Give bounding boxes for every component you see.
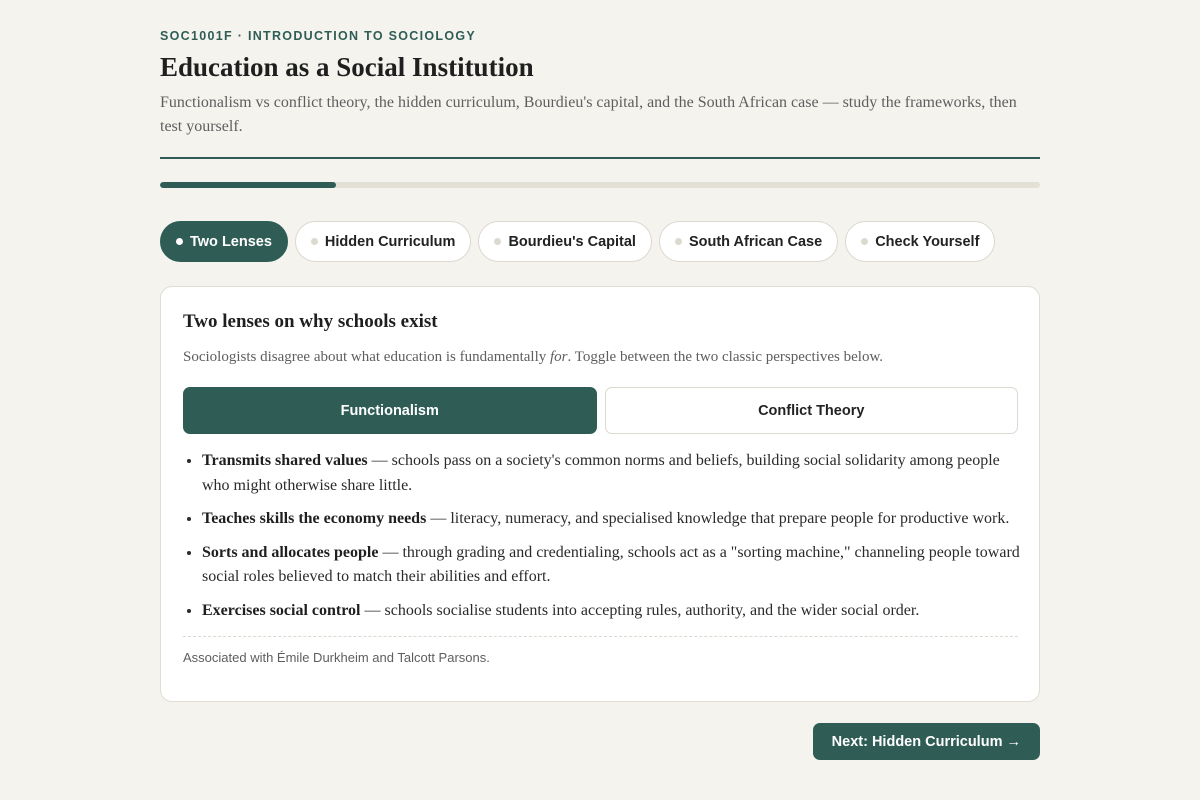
tab-two-lenses[interactable]: Two Lenses <box>160 221 288 262</box>
intro-emphasis: for <box>550 349 568 365</box>
progress-fill <box>160 182 336 188</box>
next-section-button[interactable]: Next: Hidden Curriculum → <box>812 723 1040 760</box>
page-subtitle: Functionalism vs conflict theory, the hi… <box>160 94 1017 135</box>
tab-label: Two Lenses <box>190 233 272 250</box>
intro-text: Sociologists disagree about what educati… <box>183 349 551 365</box>
tab-label: Bourdieu's Capital <box>508 233 636 250</box>
point-text: — literacy, numeracy, and specialised kn… <box>426 510 1010 527</box>
point-term: Teaches skills the economy needs <box>202 510 427 527</box>
tab-status-dot <box>310 238 318 245</box>
tab-status-dot <box>674 238 682 245</box>
tab-label: Hidden Curriculum <box>324 233 456 250</box>
point-text: — schools socialise students into accept… <box>360 601 920 619</box>
conflict-theory-button[interactable]: Conflict Theory <box>604 387 1018 434</box>
tab-south-african-case[interactable]: South African Case <box>658 221 839 262</box>
page-title: Education as a Social Institution <box>160 52 534 82</box>
list-item: Teaches skills the economy needs — liter… <box>202 507 1022 532</box>
tab-label: South African Case <box>688 233 823 250</box>
list-item: Exercises social control — schools socia… <box>202 599 1022 624</box>
tab-label: Check Yourself <box>875 233 980 250</box>
tab-hidden-curriculum[interactable]: Hidden Curriculum <box>294 221 472 262</box>
tab-bourdieus-capital[interactable]: Bourdieu's Capital <box>478 221 652 262</box>
section-tabs: Two Lenses Hidden Curriculum Bourdieu's … <box>160 221 996 262</box>
point-term: Exercises social control <box>202 601 361 619</box>
tab-check-yourself[interactable]: Check Yourself <box>845 221 996 262</box>
list-item: Transmits shared values — schools pass o… <box>202 449 1022 498</box>
progress-bar <box>160 182 1040 188</box>
header-divider <box>160 157 1040 159</box>
tab-status-dot <box>494 238 502 245</box>
point-term: Transmits shared values <box>202 452 368 469</box>
card-divider <box>183 636 1018 637</box>
list-item: Sorts and allocates people — through gra… <box>202 541 1022 590</box>
card-title: Two lenses on why schools exist <box>183 311 438 332</box>
point-term: Sorts and allocates people <box>202 543 379 561</box>
perspective-toggle: Functionalism Conflict Theory <box>183 387 1018 434</box>
card-intro: Sociologists disagree about what educati… <box>183 349 883 366</box>
intro-text: . Toggle between the two classic perspec… <box>567 349 884 365</box>
tab-status-dot <box>861 238 869 245</box>
tab-status-dot <box>176 238 183 245</box>
content-card: Two lenses on why schools exist Sociolog… <box>160 286 1040 702</box>
perspective-points: Transmits shared values — schools pass o… <box>202 449 1022 632</box>
course-label: SOC1001F · INTRODUCTION TO SOCIOLOGY <box>160 29 477 43</box>
functionalism-button[interactable]: Functionalism <box>183 387 597 434</box>
associated-theorists: Associated with Émile Durkheim and Talco… <box>183 650 490 665</box>
